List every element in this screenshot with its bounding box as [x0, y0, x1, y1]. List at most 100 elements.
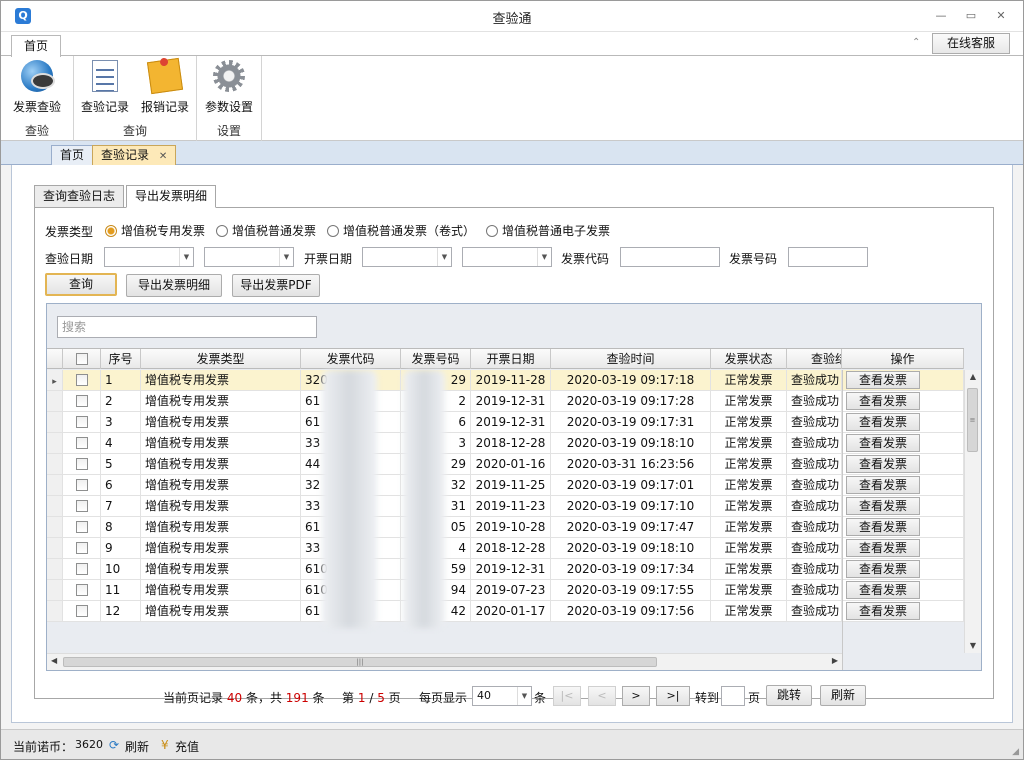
row-checkbox-cell	[63, 538, 101, 558]
per-page-select[interactable]: 40 ▼	[472, 686, 532, 706]
header-number[interactable]: 发票号码	[401, 349, 471, 369]
search-input[interactable]: 搜索	[57, 316, 317, 338]
horizontal-scroll-thumb[interactable]: |||	[63, 657, 657, 667]
view-invoice-button[interactable]: 查看发票	[846, 392, 920, 410]
checkbox-icon[interactable]	[75, 584, 88, 596]
header-no[interactable]: 序号	[101, 349, 141, 369]
checkbox-icon[interactable]	[75, 605, 88, 617]
refresh-icon[interactable]: ⟳	[109, 738, 119, 752]
goto-page-input[interactable]	[721, 686, 745, 706]
checkbox-icon[interactable]	[75, 395, 88, 407]
view-invoice-button[interactable]: 查看发票	[846, 518, 920, 536]
invoice-number-input[interactable]	[788, 247, 868, 267]
table-row[interactable]: 6 增值税专用发票 32 32 2019-11-25 2020-03-19 09:17:0…	[47, 475, 964, 496]
scroll-left-icon[interactable]: ◀	[51, 656, 57, 665]
invoice-check-button[interactable]: 发票查验	[5, 60, 69, 115]
header-action[interactable]: 操作	[842, 349, 964, 369]
vertical-scroll-thumb[interactable]: ≡	[967, 388, 978, 452]
ribbon-collapse-icon[interactable]: ⌃	[912, 37, 920, 48]
view-invoice-button[interactable]: 查看发票	[846, 476, 920, 494]
minimize-button[interactable]: —	[931, 7, 951, 25]
scroll-right-icon[interactable]: ▶	[832, 656, 838, 665]
view-invoice-button[interactable]: 查看发票	[846, 413, 920, 431]
table-row[interactable]: 7 增值税专用发票 33 31 2019-11-23 2020-03-19 09:17:1…	[47, 496, 964, 517]
checkbox-icon[interactable]	[75, 479, 88, 491]
scroll-down-icon[interactable]: ▼	[965, 639, 981, 653]
ribbon-tab-bar: 首页 ⌃ 在线客服	[1, 32, 1023, 57]
check-records-button[interactable]: 查验记录	[76, 60, 134, 115]
status-recharge-link[interactable]: 充值	[175, 738, 199, 755]
radio-special-invoice[interactable]: 增值税专用发票	[105, 222, 205, 239]
export-pdf-button[interactable]: 导出发票PDF	[232, 274, 320, 297]
invoice-code-input[interactable]	[620, 247, 720, 267]
checkbox-icon[interactable]	[75, 521, 88, 533]
checkbox-icon[interactable]	[75, 437, 88, 449]
table-row[interactable]: ▸ 1 增值税专用发票 320 29 2019-11-28 2020-03-19 09:17…	[47, 370, 964, 391]
view-invoice-button[interactable]: 查看发票	[846, 602, 920, 620]
radio-general-invoice[interactable]: 增值税普通发票	[216, 222, 316, 239]
action-cell: 查看发票	[842, 391, 964, 411]
ribbon-tab-home[interactable]: 首页	[11, 35, 61, 57]
checkbox-icon[interactable]	[75, 563, 88, 575]
view-invoice-button[interactable]: 查看发票	[846, 539, 920, 557]
radio-electronic-invoice[interactable]: 增值税普通电子发票	[486, 222, 610, 239]
online-service-button[interactable]: 在线客服	[932, 33, 1010, 54]
radio-roll-invoice[interactable]: 增值税普通发票（卷式）	[327, 222, 475, 239]
table-row[interactable]: 9 增值税专用发票 33 4 2018-12-28 2020-03-19 09:18:10…	[47, 538, 964, 559]
view-invoice-button[interactable]: 查看发票	[846, 371, 920, 389]
next-page-button[interactable]: >	[622, 686, 650, 706]
refresh-page-button[interactable]: 刷新	[820, 685, 866, 706]
jump-button[interactable]: 跳转	[766, 685, 812, 706]
view-invoice-button[interactable]: 查看发票	[846, 497, 920, 515]
header-code[interactable]: 发票代码	[301, 349, 401, 369]
view-invoice-button[interactable]: 查看发票	[846, 581, 920, 599]
header-type[interactable]: 发票类型	[141, 349, 301, 369]
issue-date-start[interactable]: ▼	[362, 247, 452, 267]
checkbox-icon[interactable]	[75, 416, 88, 428]
issue-date-end[interactable]: ▼	[462, 247, 552, 267]
checkbox-icon[interactable]	[75, 500, 88, 512]
param-settings-button[interactable]: 参数设置	[199, 60, 259, 115]
table-row[interactable]: 2 增值税专用发票 61 2 2019-12-31 2020-03-19 09:17:28…	[47, 391, 964, 412]
coin-icon[interactable]: ¥	[161, 738, 169, 752]
checkbox-icon[interactable]	[75, 542, 88, 554]
resize-grip-icon[interactable]: ◢	[1012, 747, 1019, 757]
header-select-all[interactable]	[63, 349, 101, 369]
header-issue-date[interactable]: 开票日期	[471, 349, 551, 369]
table-row[interactable]: 4 增值税专用发票 33 3 2018-12-28 2020-03-19 09:18:10…	[47, 433, 964, 454]
view-invoice-button[interactable]: 查看发票	[846, 560, 920, 578]
table-row[interactable]: 8 增值税专用发票 61 05 2019-10-28 2020-03-19 09:17:4…	[47, 517, 964, 538]
checkbox-icon[interactable]	[75, 374, 88, 386]
export-detail-button[interactable]: 导出发票明细	[126, 274, 222, 297]
header-result[interactable]: 查验结果	[787, 349, 842, 369]
first-page-button[interactable]: |<	[553, 686, 581, 706]
table-row[interactable]: 3 增值税专用发票 61 6 2019-12-31 2020-03-19 09:17:31…	[47, 412, 964, 433]
tab-close-icon[interactable]: ✕	[159, 151, 167, 162]
doc-tab-check-records[interactable]: 查验记录 ✕	[92, 145, 177, 165]
table-row[interactable]: 10 增值税专用发票 610 59 2019-12-31 2020-03-19 09:17…	[47, 559, 964, 580]
tab-query-log[interactable]: 查询查验日志	[34, 185, 125, 208]
prev-page-button[interactable]: <	[588, 686, 616, 706]
check-date-end[interactable]: ▼	[204, 247, 294, 267]
table-row[interactable]: 11 增值税专用发票 610 94 2019-07-23 2020-03-19 09:17…	[47, 580, 964, 601]
last-page-button[interactable]: >|	[656, 686, 690, 706]
view-invoice-button[interactable]: 查看发票	[846, 455, 920, 473]
checkbox-icon[interactable]	[75, 353, 88, 365]
close-button[interactable]: ✕	[991, 7, 1011, 25]
horizontal-scrollbar[interactable]: ◀ ||| ▶	[47, 653, 842, 670]
restore-button[interactable]: ▭	[961, 7, 981, 25]
view-invoice-button[interactable]: 查看发票	[846, 434, 920, 452]
header-status[interactable]: 发票状态	[711, 349, 787, 369]
vertical-scrollbar[interactable]: ▲ ≡ ▼	[964, 370, 981, 653]
checkbox-icon[interactable]	[75, 458, 88, 470]
header-check-time[interactable]: 查验时间	[551, 349, 711, 369]
reimburse-records-button[interactable]: 报销记录	[136, 57, 194, 115]
table-row[interactable]: 12 增值税专用发票 61 42 2020-01-17 2020-03-19 09:17:…	[47, 601, 964, 622]
table-row[interactable]: 5 增值税专用发票 44 29 2020-01-16 2020-03-31 16:23:5…	[47, 454, 964, 475]
query-button[interactable]: 查询	[45, 273, 117, 296]
scroll-up-icon[interactable]: ▲	[965, 370, 981, 384]
status-refresh-link[interactable]: 刷新	[125, 738, 149, 755]
check-date-start[interactable]: ▼	[104, 247, 194, 267]
doc-tab-home[interactable]: 首页	[51, 145, 94, 165]
tab-export-detail[interactable]: 导出发票明细	[126, 185, 217, 208]
